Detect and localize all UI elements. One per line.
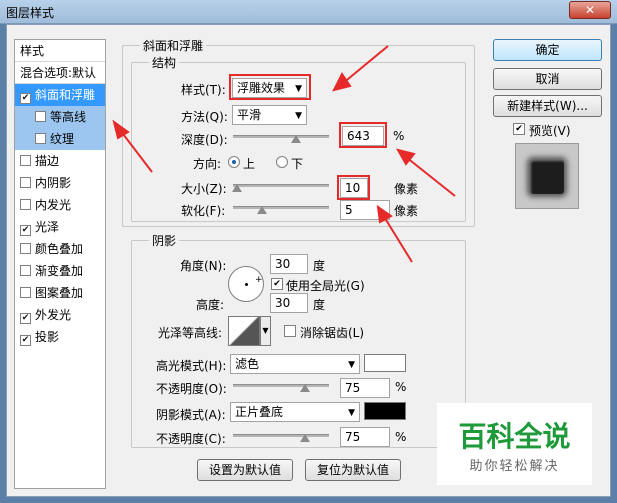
watermark-subtitle: 助你轻松解决 (469, 459, 560, 474)
annotation-arrow (382, 214, 413, 263)
watermark-title: 百科全说 (458, 420, 571, 453)
annotation-arrow (405, 156, 456, 197)
annotation-arrow (341, 45, 389, 85)
annotation-arrow (119, 129, 153, 173)
annotation-arrow-head (332, 72, 352, 92)
watermark: 百科全说 助你轻松解决 (437, 403, 592, 485)
annotation-arrow-head (112, 119, 130, 140)
annotation-arrow-head (376, 204, 393, 224)
